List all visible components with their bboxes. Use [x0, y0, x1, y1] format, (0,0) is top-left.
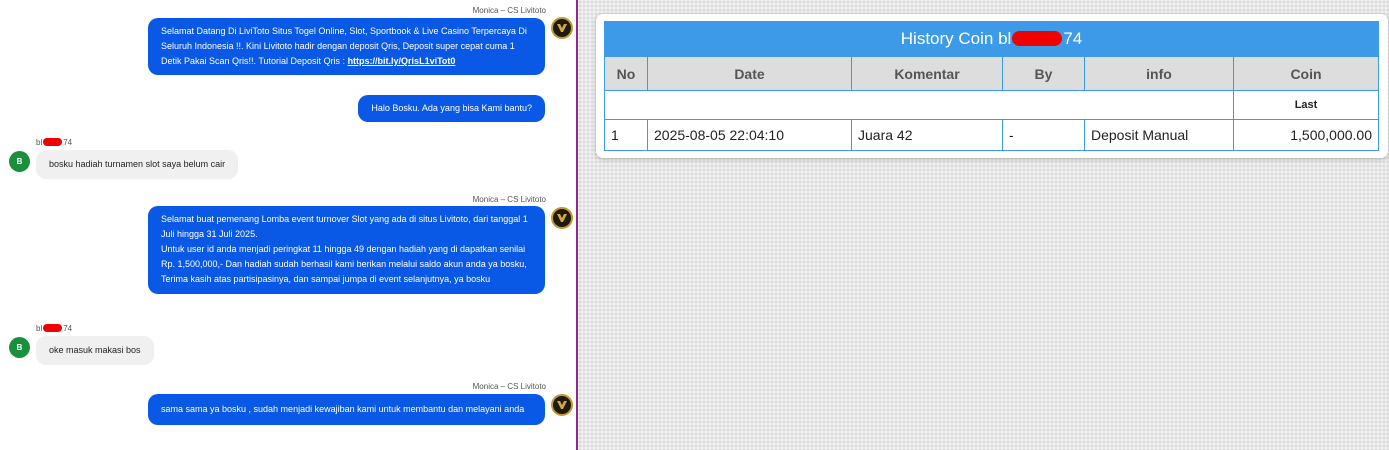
- last-label: Last: [1233, 90, 1379, 120]
- empty-cell: [604, 90, 1234, 120]
- message-text: Selamat buat pemenang Lomba event turnov…: [161, 214, 528, 239]
- message-text: Halo Bosku. Ada yang bisa Kami bantu?: [371, 103, 532, 113]
- table-row: 1 2025-08-05 22:04:10 Juara 42 - Deposit…: [604, 119, 1379, 151]
- redaction-mark: [43, 324, 63, 332]
- agent-sender-name: Monica – CS Livitoto: [472, 195, 546, 204]
- agent-message-bubble: Selamat Datang Di LiviToto Situs Togel O…: [148, 18, 545, 75]
- history-panel: History Coin bl 74 No Date Komentar By in…: [578, 0, 1389, 450]
- message-text: Selamat Datang Di LiviToto Situs Togel O…: [161, 26, 527, 66]
- cell-komentar: Juara 42: [851, 119, 1003, 151]
- column-header-date: Date: [647, 56, 852, 91]
- cell-info: Deposit Manual: [1084, 119, 1234, 151]
- user-sender-name: bl 74: [36, 324, 73, 333]
- user-avatar: B: [9, 337, 30, 358]
- agent-message-bubble: sama sama ya bosku , sudah menjadi kewaj…: [148, 394, 545, 425]
- redaction-mark: [1012, 31, 1063, 46]
- cell-date: 2025-08-05 22:04:10: [647, 119, 852, 151]
- message-text: Untuk user id anda menjadi peringkat 11 …: [161, 244, 527, 284]
- agent-avatar-icon: [551, 394, 573, 416]
- agent-message-bubble: Halo Bosku. Ada yang bisa Kami bantu?: [358, 95, 545, 122]
- user-message-bubble: bosku hadiah turnamen slot saya belum ca…: [36, 150, 239, 179]
- column-header-coin: Coin: [1233, 56, 1379, 91]
- column-header-by: By: [1002, 56, 1085, 91]
- message-text: oke masuk makasi bos: [49, 345, 141, 355]
- column-header-no: No: [604, 56, 648, 91]
- table-title: History Coin bl 74: [604, 21, 1379, 57]
- history-coin-table: History Coin bl 74 No Date Komentar By in…: [604, 21, 1379, 151]
- message-text: sama sama ya bosku , sudah menjadi kewaj…: [161, 404, 525, 414]
- agent-sender-name: Monica – CS Livitoto: [472, 382, 546, 391]
- qris-tutorial-link[interactable]: https://bit.ly/QrisL1viTot0: [348, 56, 456, 66]
- cell-coin: 1,500,000.00: [1233, 119, 1379, 151]
- history-card: History Coin bl 74 No Date Komentar By in…: [596, 14, 1388, 158]
- chat-panel: Monica – CS Livitoto Selamat Datang Di L…: [0, 0, 576, 450]
- agent-avatar-icon: [551, 207, 573, 229]
- user-message-bubble: oke masuk makasi bos: [36, 336, 154, 365]
- agent-sender-name: Monica – CS Livitoto: [472, 6, 546, 15]
- agent-avatar-icon: [551, 17, 573, 39]
- last-balance-row: Last: [604, 90, 1379, 120]
- user-avatar: B: [9, 151, 30, 172]
- column-header-info: info: [1084, 56, 1234, 91]
- redaction-mark: [43, 138, 63, 146]
- message-text: bosku hadiah turnamen slot saya belum ca…: [49, 159, 226, 169]
- column-header-komentar: Komentar: [851, 56, 1003, 91]
- cell-by: -: [1002, 119, 1085, 151]
- cell-no: 1: [604, 119, 648, 151]
- user-sender-name: bl 74: [36, 138, 73, 147]
- agent-message-bubble: Selamat buat pemenang Lomba event turnov…: [148, 206, 545, 294]
